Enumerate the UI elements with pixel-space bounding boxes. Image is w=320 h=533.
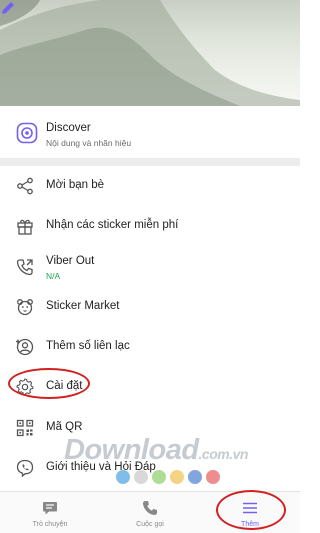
discover-title: Discover (46, 122, 91, 134)
menu-item-label: Viber Out (46, 254, 95, 267)
sticker-bear-icon (17, 298, 33, 316)
more-menu-list: Mời bạn bè Nhận các sticker miễn phí Vib… (0, 166, 300, 488)
menu-item-qr-code[interactable]: Mã QR (0, 408, 300, 448)
menu-item-label: Nhận các sticker miễn phí (46, 219, 179, 232)
menu-item-label: Mời bạn bè (46, 179, 105, 191)
tab-more[interactable]: Thêm (200, 492, 300, 533)
cover-photo (0, 0, 300, 106)
tab-label: Thêm (241, 521, 259, 528)
menu-item-invite-friends[interactable]: Mời bạn bè (0, 166, 300, 206)
viber-info-icon (16, 459, 34, 478)
viber-out-icon (16, 258, 33, 275)
qr-code-icon (16, 419, 34, 436)
menu-item-viber-out[interactable]: Viber Out N/A (0, 247, 300, 287)
add-contact-icon (16, 339, 34, 356)
tab-calls[interactable]: Cuộc gọi (100, 492, 200, 533)
section-divider (0, 158, 300, 166)
hamburger-menu-icon (243, 502, 257, 514)
discover-item[interactable]: Discover Nội dung và nhãn hiệu (0, 106, 300, 158)
menu-item-settings[interactable]: Cài đặt (0, 367, 300, 407)
menu-item-label: Cài đặt (46, 380, 83, 393)
menu-item-label: Giới thiệu và Hỏi Đáp (46, 461, 156, 474)
menu-item-free-stickers[interactable]: Nhận các sticker miễn phí (0, 206, 300, 246)
gift-icon (17, 220, 33, 235)
tab-label: Trò chuyện (32, 521, 68, 528)
menu-item-label: Sticker Market (46, 299, 120, 312)
menu-item-add-contact[interactable]: Thêm số liên lạc (0, 327, 300, 367)
gear-icon (16, 378, 34, 397)
discover-icon (16, 122, 38, 144)
menu-item-label: Thêm số liên lạc (46, 340, 130, 353)
viber-out-balance: N/A (46, 270, 61, 281)
tab-chats[interactable]: Trò chuyện (0, 492, 100, 533)
menu-item-about-faq[interactable]: Giới thiệu và Hỏi Đáp (0, 448, 300, 488)
menu-item-sticker-market[interactable]: Sticker Market (0, 287, 300, 327)
menu-item-label: Mã QR (46, 420, 83, 433)
bottom-tab-bar: Trò chuyện Cuộc gọi Thêm (0, 491, 300, 533)
phone-icon (143, 501, 157, 515)
edit-pencil-icon[interactable] (0, 0, 16, 16)
discover-subtitle: Nội dung và nhãn hiệu (46, 138, 132, 148)
share-icon (17, 177, 33, 195)
chat-icon (43, 502, 57, 515)
tab-label: Cuộc gọi (136, 521, 164, 528)
